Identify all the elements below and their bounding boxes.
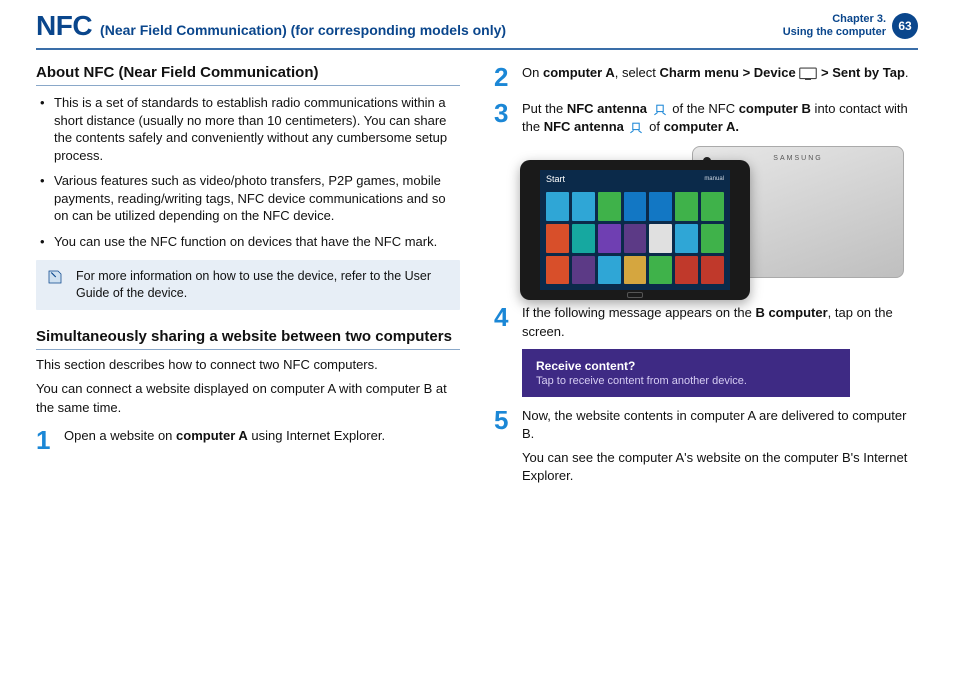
tile — [675, 192, 698, 221]
about-bullet-list: This is a set of standards to establish … — [36, 94, 460, 250]
nfc-antenna-icon — [628, 121, 644, 135]
step-number: 2 — [494, 64, 512, 90]
columns: About NFC (Near Field Communication) Thi… — [36, 64, 918, 494]
chapter-line2: Using the computer — [783, 26, 886, 39]
tile — [624, 192, 647, 221]
tile — [572, 224, 595, 253]
step-3: 3 Put the NFC antenna of the NFC compute… — [494, 100, 918, 136]
right-column: 2 On computer A, select Charm menu > Dev… — [494, 64, 918, 494]
tile — [546, 192, 569, 221]
step-number: 4 — [494, 304, 512, 340]
nfc-antenna-icon — [652, 103, 668, 117]
tile — [701, 256, 724, 285]
tile — [624, 256, 647, 285]
tile — [598, 256, 621, 285]
note-icon — [46, 268, 64, 291]
step-body: Open a website on computer A using Inter… — [64, 427, 460, 453]
step-body: If the following message appears on the … — [522, 304, 918, 340]
tile — [675, 256, 698, 285]
step-5: 5 Now, the website contents in computer … — [494, 407, 918, 486]
chapter-block: Chapter 3. Using the computer 63 — [783, 13, 918, 39]
note-text: For more information on how to use the d… — [76, 269, 431, 300]
tile — [572, 256, 595, 285]
page-header: NFC (Near Field Communication) (for corr… — [36, 0, 918, 42]
page-title: NFC (Near Field Communication) (for corr… — [36, 10, 506, 42]
header-rule — [36, 48, 918, 50]
step-body: On computer A, select Charm menu > Devic… — [522, 64, 918, 90]
tile — [572, 192, 595, 221]
tile — [546, 224, 569, 253]
tile — [598, 192, 621, 221]
receive-content-box: Receive content? Tap to receive content … — [522, 349, 850, 397]
start-tiles — [546, 192, 724, 284]
step-number: 3 — [494, 100, 512, 136]
user-label: manual — [704, 176, 724, 182]
step-number: 1 — [36, 427, 54, 453]
page: NFC (Near Field Communication) (for corr… — [0, 0, 954, 677]
title-sub: (Near Field Communication) (for correspo… — [100, 22, 506, 38]
tile — [649, 192, 672, 221]
tile — [649, 256, 672, 285]
tile — [598, 224, 621, 253]
tablet-front: Start manual — [520, 160, 750, 300]
tile — [701, 224, 724, 253]
step-1: 1 Open a website on computer A using Int… — [36, 427, 460, 453]
page-number-badge: 63 — [892, 13, 918, 39]
tile — [546, 256, 569, 285]
step-2: 2 On computer A, select Charm menu > Dev… — [494, 64, 918, 90]
chapter-text: Chapter 3. Using the computer — [783, 13, 886, 39]
info-note: For more information on how to use the d… — [36, 260, 460, 310]
brand-logo: SAMSUNG — [773, 155, 822, 162]
tablet-screen: Start manual — [540, 170, 730, 290]
chapter-line1: Chapter 3. — [783, 13, 886, 26]
sharing-para-1: This section describes how to connect tw… — [36, 356, 460, 374]
step-body: Now, the website contents in computer A … — [522, 407, 918, 486]
tile — [675, 224, 698, 253]
tile — [701, 192, 724, 221]
sharing-para-2: You can connect a website displayed on c… — [36, 380, 460, 416]
bullet-item: Various features such as video/photo tra… — [36, 172, 460, 225]
step-body: Put the NFC antenna of the NFC computer … — [522, 100, 918, 136]
title-main: NFC — [36, 10, 92, 42]
section-sharing-heading: Simultaneously sharing a website between… — [36, 328, 460, 350]
start-label: Start — [546, 174, 565, 184]
tablet-illustration: SAMSUNG Start manual — [520, 144, 918, 294]
bullet-item: This is a set of standards to establish … — [36, 94, 460, 164]
receive-title: Receive content? — [536, 359, 836, 373]
tile — [649, 224, 672, 253]
home-button-icon — [627, 292, 643, 298]
left-column: About NFC (Near Field Communication) Thi… — [36, 64, 460, 494]
step-number: 5 — [494, 407, 512, 486]
tile — [624, 224, 647, 253]
bullet-item: You can use the NFC function on devices … — [36, 233, 460, 251]
receive-subtitle: Tap to receive content from another devi… — [536, 375, 836, 387]
section-about-heading: About NFC (Near Field Communication) — [36, 64, 460, 86]
step-4: 4 If the following message appears on th… — [494, 304, 918, 340]
device-icon — [799, 67, 817, 81]
